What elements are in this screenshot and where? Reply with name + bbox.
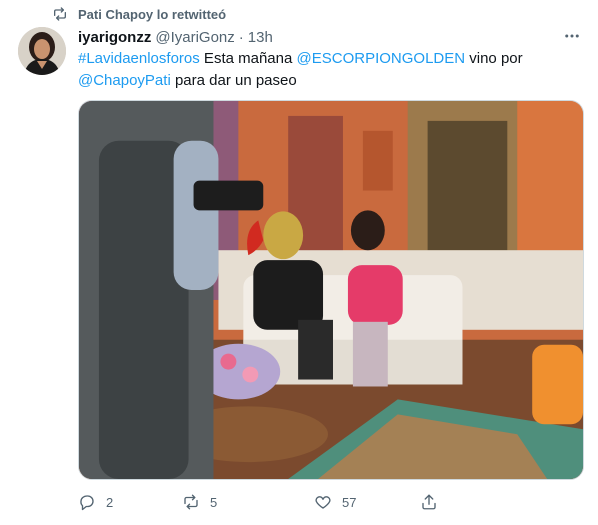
mention-link-chapoypati[interactable]: @ChapoyPati bbox=[78, 72, 171, 89]
share-icon bbox=[422, 494, 436, 510]
author-name[interactable]: iyarigonzz bbox=[78, 29, 151, 46]
tweet-text-part2: vino por bbox=[465, 50, 523, 67]
reply-icon bbox=[80, 495, 94, 511]
tweet-actions: 2 5 57 bbox=[78, 490, 584, 514]
retweet-icon bbox=[184, 494, 198, 510]
retweet-button[interactable]: 5 bbox=[182, 493, 217, 511]
tweet-text: #Lavidaenlosforos Esta mañana @ESCORPION… bbox=[78, 48, 578, 92]
separator: · bbox=[238, 28, 244, 46]
mention-link-escorpiongolden[interactable]: @ESCORPIONGOLDEN bbox=[297, 50, 466, 67]
share-button[interactable] bbox=[420, 493, 438, 511]
retweet-icon bbox=[54, 7, 66, 21]
author-handle[interactable]: @IyariGonz bbox=[155, 29, 234, 46]
like-button[interactable]: 57 bbox=[314, 493, 356, 511]
heart-icon bbox=[315, 496, 331, 509]
hashtag-link[interactable]: #Lavidaenlosforos bbox=[78, 50, 200, 67]
more-options-button[interactable] bbox=[562, 26, 582, 46]
tweet-text-part3: para dar un paseo bbox=[170, 72, 297, 89]
tweet-card[interactable]: Pati Chapoy lo retwitteó iyarigonzz @Iya… bbox=[0, 0, 598, 525]
retweet-count: 5 bbox=[210, 494, 218, 510]
timestamp[interactable]: 13h bbox=[248, 29, 273, 46]
avatar[interactable] bbox=[18, 27, 66, 75]
tweet-text-part1: Esta mañana bbox=[199, 50, 297, 67]
retweet-context-label[interactable]: Pati Chapoy lo retwitteó bbox=[78, 7, 226, 22]
retweet-context: Pati Chapoy lo retwitteó bbox=[52, 5, 226, 23]
tweet-header: iyarigonzz @IyariGonz · 13h bbox=[78, 27, 273, 47]
tweet-photo[interactable] bbox=[78, 100, 584, 480]
like-count: 57 bbox=[342, 494, 357, 510]
reply-count: 2 bbox=[106, 494, 114, 510]
more-icon bbox=[565, 34, 579, 38]
reply-button[interactable]: 2 bbox=[78, 493, 113, 511]
